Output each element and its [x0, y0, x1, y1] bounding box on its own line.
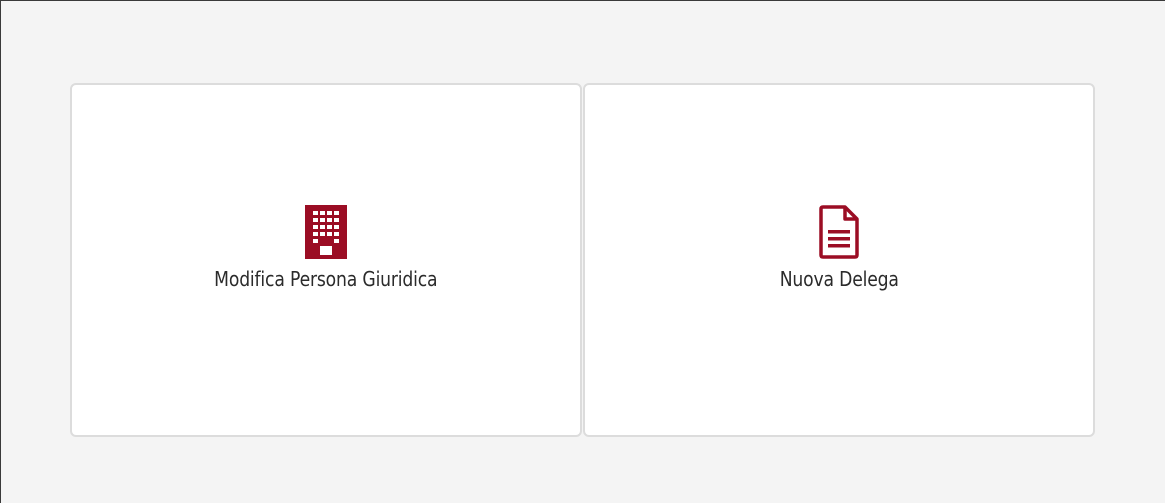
card-content: Nuova Delega — [585, 205, 1093, 291]
nuova-delega-card[interactable]: Nuova Delega — [583, 83, 1095, 437]
page-frame: Modifica Persona Giuridica Nuova Delega — [0, 0, 1165, 503]
document-icon — [817, 205, 861, 259]
card-label: Modifica Persona Giuridica — [214, 267, 438, 291]
modifica-persona-giuridica-card[interactable]: Modifica Persona Giuridica — [70, 83, 582, 437]
card-label: Nuova Delega — [779, 267, 899, 291]
card-content: Modifica Persona Giuridica — [72, 205, 580, 291]
building-icon — [304, 205, 348, 259]
